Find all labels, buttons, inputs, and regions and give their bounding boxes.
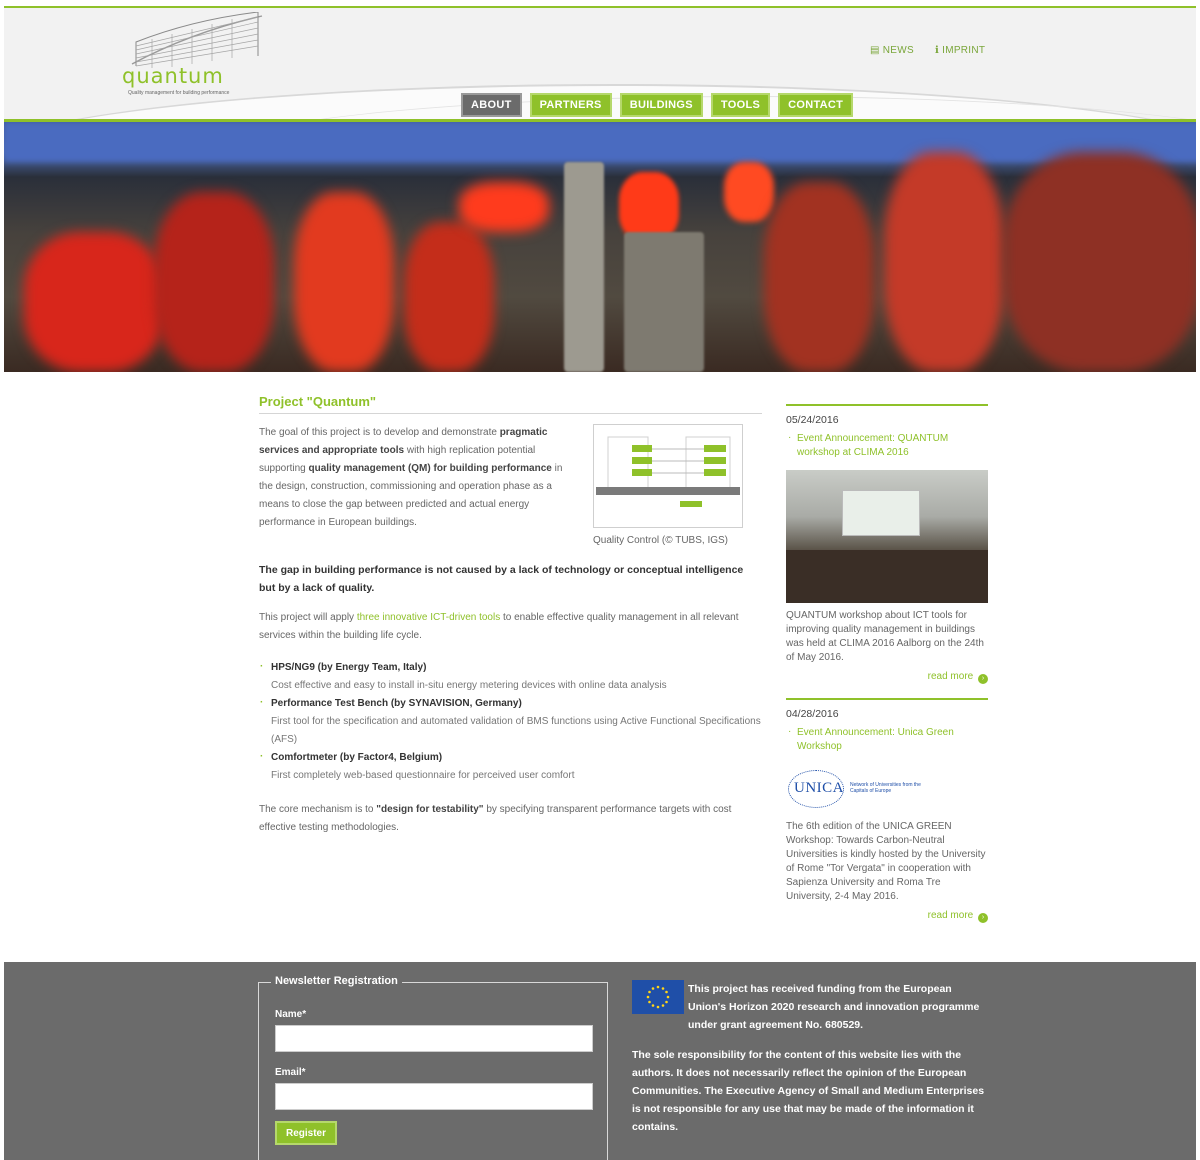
intro-text-1: The goal of this project is to develop a… — [259, 427, 500, 438]
gap-statement: The gap in building performance is not c… — [259, 564, 744, 594]
info-icon: ℹ — [935, 45, 940, 56]
page-title: Project "Quantum" — [259, 394, 762, 414]
logo-wordmark: quantum — [122, 64, 224, 88]
newsletter-form: Newsletter Registration Name* Email* Reg… — [258, 975, 608, 1160]
list-item: HPS/NG9 (by Energy Team, Italy) Cost eff… — [259, 658, 762, 695]
site-logo[interactable]: quantum Quality management for building … — [114, 12, 274, 102]
core-bold: "design for testability" — [376, 804, 484, 815]
news-date: 04/28/2016 — [786, 708, 839, 720]
newspaper-icon: ▤ — [870, 45, 880, 56]
quality-control-diagram-graphic — [596, 436, 740, 507]
core-text-1: The core mechanism is to — [259, 804, 377, 815]
audience — [786, 550, 988, 603]
main-nav: ABOUT PARTNERS BUILDINGS TOOLS CONTACT — [461, 93, 854, 117]
arrow-circle-icon: › — [978, 674, 988, 684]
list-item: Comfortmeter (by Factor4, Belgium) First… — [259, 748, 762, 785]
unica-logo[interactable]: UNICA Network of Universities from the C… — [786, 764, 936, 814]
nav-buildings[interactable]: BUILDINGS — [619, 93, 703, 117]
apply-paragraph: This project will apply three innovative… — [259, 609, 762, 645]
core-mechanism-paragraph: The core mechanism is to "design for tes… — [259, 801, 762, 837]
projection-screen — [842, 490, 920, 536]
news-summary: The 6th edition of the UNICA GREEN Works… — [786, 821, 986, 902]
nav-contact[interactable]: CONTACT — [778, 93, 854, 117]
read-more-link[interactable]: read more › — [786, 910, 988, 923]
news-date: 05/24/2016 — [786, 414, 839, 426]
news-link[interactable]: ▤ NEWS — [870, 45, 914, 56]
eu-funding-text: This project has received funding from t… — [688, 983, 980, 1031]
list-item: Performance Test Bench (by SYNAVISION, G… — [259, 694, 762, 749]
name-field[interactable] — [275, 1025, 593, 1052]
ict-tools-link[interactable]: three innovative ICT-driven tools — [357, 612, 500, 623]
unica-tagline: Network of Universities from the Capital… — [850, 782, 921, 794]
hero-banner-image — [4, 122, 1196, 372]
tool-name: Performance Test Bench (by SYNAVISION, G… — [271, 698, 522, 709]
read-more-label: read more — [927, 910, 974, 921]
tool-name: Comfortmeter (by Factor4, Belgium) — [271, 752, 443, 763]
apply-text-1: This project will apply — [259, 612, 357, 623]
name-label: Name* — [275, 1009, 307, 1020]
read-more-link[interactable]: read more › — [786, 671, 988, 684]
read-more-label: read more — [927, 671, 974, 682]
disclaimer-text: The sole responsibility for the content … — [632, 1049, 985, 1133]
news-summary: QUANTUM workshop about ICT tools for imp… — [786, 610, 984, 663]
nav-partners[interactable]: PARTNERS — [529, 93, 612, 117]
logo-tagline: Quality management for building performa… — [128, 90, 230, 96]
news-sidebar: 05/24/2016 Event Announcement: QUANTUM w… — [786, 404, 988, 937]
eu-stars — [646, 985, 670, 1009]
unica-wordmark: UNICA — [794, 780, 844, 796]
tools-list: HPS/NG9 (by Energy Team, Italy) Cost eff… — [259, 658, 762, 785]
news-title-link[interactable]: Event Announcement: Unica Green Workshop — [786, 725, 988, 754]
tool-description: Cost effective and easy to install in-si… — [271, 680, 667, 691]
news-item: 04/28/2016 Event Announcement: Unica Gre… — [786, 698, 988, 923]
nav-about[interactable]: ABOUT — [461, 93, 522, 117]
quality-control-diagram[interactable] — [593, 424, 743, 528]
news-item: 05/24/2016 Event Announcement: QUANTUM w… — [786, 404, 988, 684]
newsletter-legend: Newsletter Registration — [271, 975, 402, 987]
email-label: Email* — [275, 1067, 306, 1078]
building-logo-icon — [131, 12, 263, 68]
news-title-link[interactable]: Event Announcement: QUANTUM workshop at … — [786, 431, 988, 460]
arrow-circle-icon: › — [978, 913, 988, 923]
news-link-label: NEWS — [882, 45, 914, 56]
workshop-photo[interactable] — [786, 470, 988, 603]
imprint-link[interactable]: ℹ IMPRINT — [935, 45, 985, 56]
eu-flag-icon — [632, 980, 684, 1014]
intro-block: The goal of this project is to develop a… — [259, 424, 762, 549]
tool-name: HPS/NG9 (by Energy Team, Italy) — [271, 662, 427, 673]
imprint-link-label: IMPRINT — [942, 45, 986, 56]
intro-paragraph: The goal of this project is to develop a… — [259, 424, 569, 532]
email-field[interactable] — [275, 1083, 593, 1110]
tool-description: First tool for the specification and aut… — [271, 716, 761, 745]
register-button[interactable]: Register — [275, 1121, 338, 1145]
main-content: Project "Quantum" The goal of this proje… — [259, 394, 762, 837]
figure-caption: Quality Control (© TUBS, IGS) — [593, 535, 728, 546]
nav-tools[interactable]: TOOLS — [710, 93, 771, 117]
intro-bold-2: quality management (QM) for building per… — [308, 463, 552, 474]
tool-description: First completely web-based questionnaire… — [271, 770, 575, 781]
